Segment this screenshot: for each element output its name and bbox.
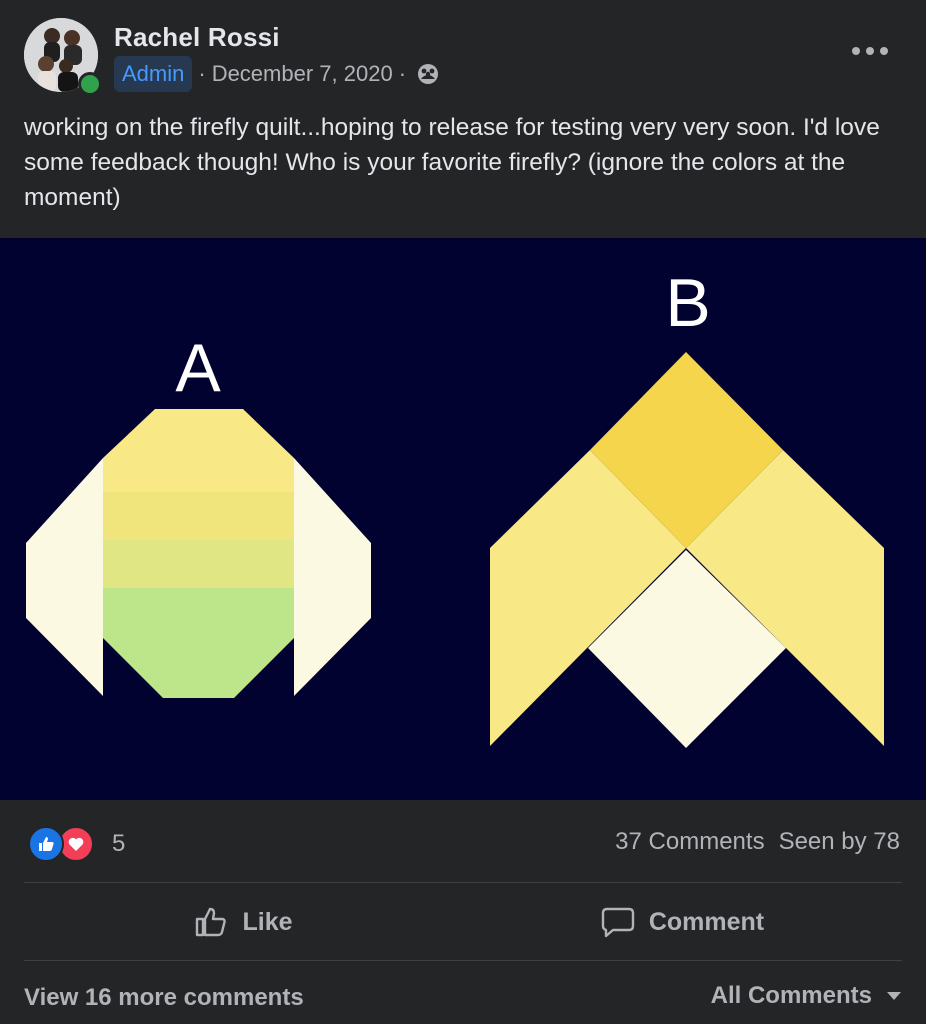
action-bar: Like Comment (24, 886, 902, 958)
divider (24, 960, 902, 961)
meta-separator: · (398, 61, 407, 86)
firefly-a-stripe-2 (103, 540, 294, 588)
divider (24, 882, 902, 883)
post-header: Rachel Rossi Admin · December 7, 2020 · (0, 0, 926, 110)
comments-count[interactable]: 37 Comments (615, 828, 764, 856)
more-options-icon[interactable] (852, 36, 888, 66)
caret-down-icon (887, 992, 901, 1000)
online-status-dot (78, 72, 102, 96)
firefly-a: A (26, 330, 371, 698)
firefly-a-stripe-1 (103, 492, 294, 540)
reaction-count: 5 (112, 830, 126, 857)
firefly-b: B (490, 265, 884, 748)
label-b: B (665, 265, 710, 341)
thumbs-up-icon (196, 907, 227, 937)
post-image[interactable]: A B (0, 238, 926, 800)
all-comments-label: All Comments (710, 982, 872, 1009)
author-name[interactable]: Rachel Rossi (114, 22, 280, 53)
comment-label: Comment (648, 907, 765, 936)
comment-button[interactable]: Comment (463, 886, 902, 958)
post-stats: 37 Comments Seen by 78 (615, 828, 900, 856)
firefly-a-head (103, 409, 294, 492)
admin-badge[interactable]: Admin (114, 56, 193, 92)
firefly-a-tail (103, 588, 294, 698)
firefly-a-right-wing (294, 458, 371, 696)
seen-by-count[interactable]: Seen by 78 (779, 828, 900, 856)
all-comments-dropdown[interactable]: All Comments (711, 982, 902, 1010)
comments-footer: View 16 more comments All Comments (24, 982, 902, 1018)
comment-icon (601, 907, 635, 938)
post-meta: Admin · December 7, 2020 · (114, 56, 440, 92)
firefly-a-left-wing (26, 458, 103, 696)
post-date[interactable]: December 7, 2020 (212, 61, 393, 87)
reactions-summary[interactable]: 5 (28, 826, 125, 862)
group-icon[interactable] (416, 62, 440, 86)
meta-separator: · (198, 61, 206, 86)
like-label: Like (242, 907, 293, 936)
like-icon (28, 826, 64, 862)
view-more-comments-link[interactable]: View 16 more comments (24, 984, 304, 1012)
post-text: working on the firefly quilt...hoping to… (24, 114, 880, 211)
label-a: A (175, 330, 221, 406)
like-button[interactable]: Like (24, 886, 463, 958)
